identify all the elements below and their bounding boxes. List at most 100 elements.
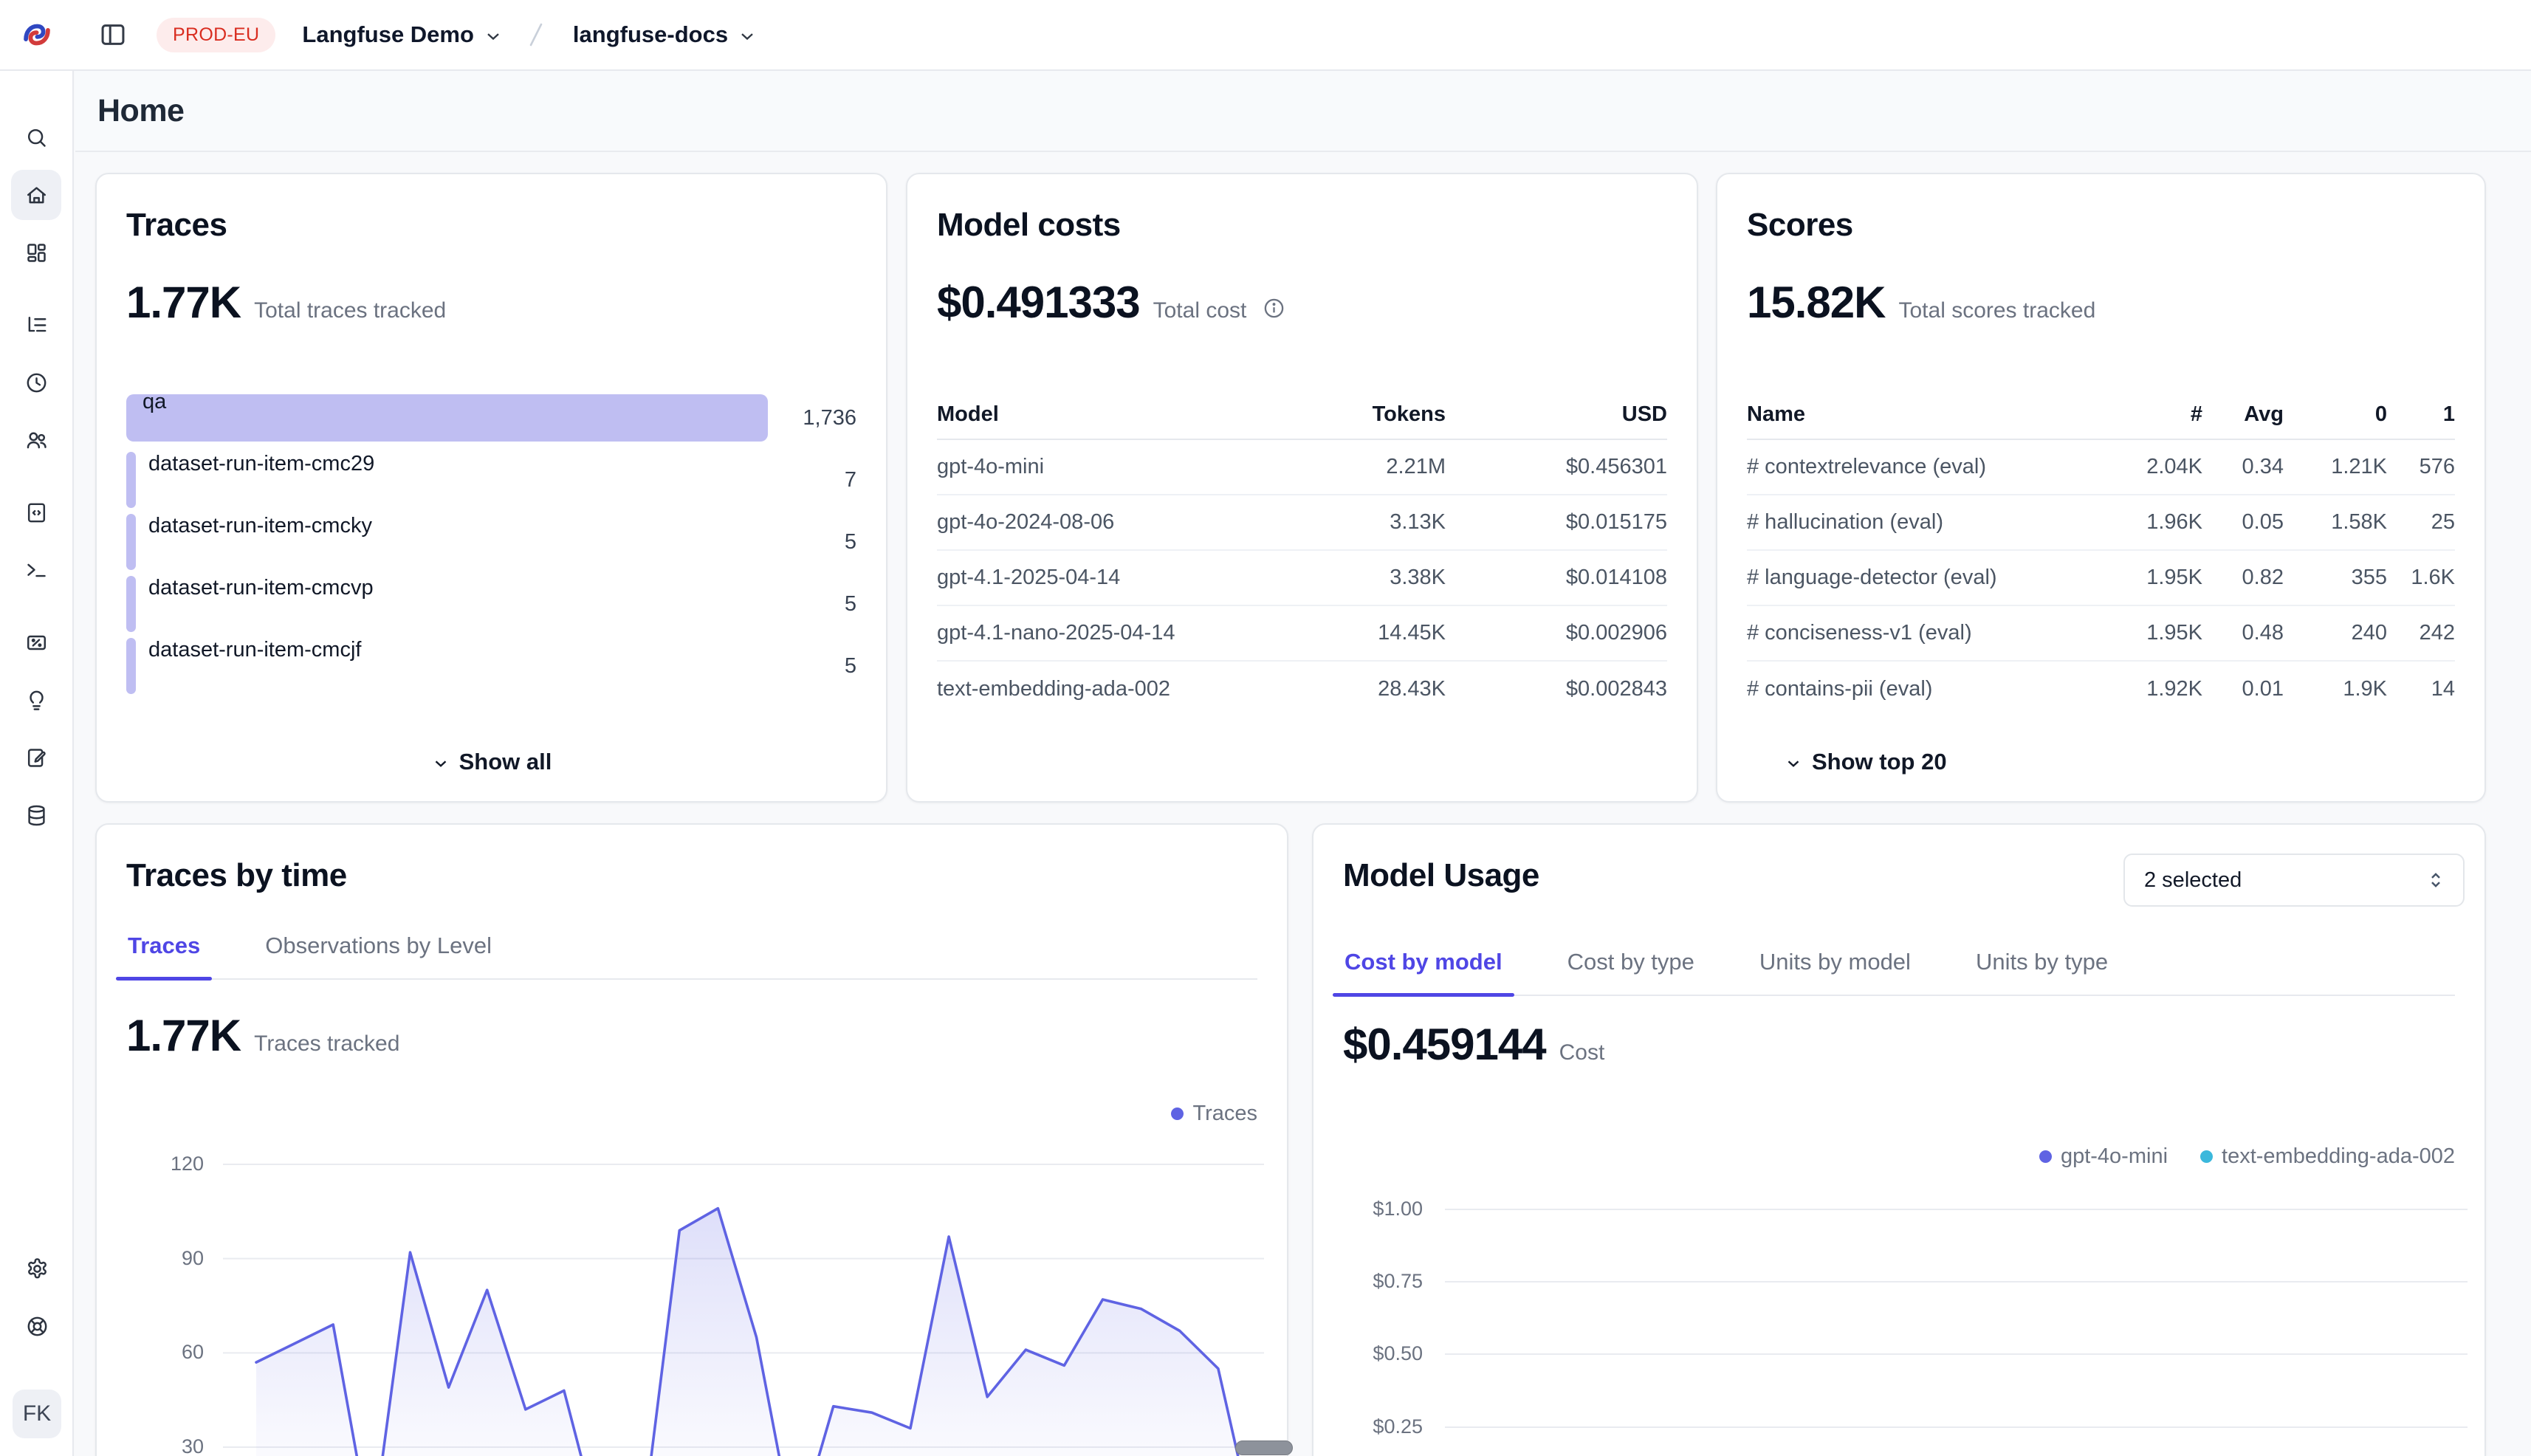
sidebar-item-evaluation[interactable] bbox=[11, 617, 61, 667]
metric-row: 1.77K Traces tracked bbox=[126, 1011, 1257, 1061]
column-header: USD bbox=[1446, 402, 1667, 427]
sessions-icon bbox=[24, 371, 49, 395]
y-axis-tick: 90 bbox=[111, 1247, 204, 1270]
horizontal-scrollbar-thumb[interactable] bbox=[1235, 1440, 1293, 1455]
cell: gpt-4o-2024-08-06 bbox=[937, 510, 1328, 535]
trace-name: dataset-run-item-cmcjf bbox=[126, 638, 768, 662]
tab-units-by-model[interactable]: Units by model bbox=[1758, 949, 1912, 995]
tab-observations-by-level[interactable]: Observations by Level bbox=[264, 933, 493, 978]
gridline bbox=[1445, 1209, 2468, 1210]
sidebar-item-users[interactable] bbox=[11, 415, 61, 465]
column-header: 0 bbox=[2284, 402, 2387, 427]
sidebar-item-settings[interactable] bbox=[12, 1243, 62, 1294]
cell: 1.95K bbox=[2099, 566, 2202, 590]
cell: 0.01 bbox=[2202, 677, 2284, 701]
usage-cost: $0.459144 bbox=[1343, 1020, 1546, 1070]
prompts-icon bbox=[24, 501, 49, 525]
cell: 0.82 bbox=[2202, 566, 2284, 590]
cell: 1.95K bbox=[2099, 621, 2202, 645]
sidebar-item-home[interactable] bbox=[11, 170, 61, 220]
y-axis-tick: 30 bbox=[111, 1435, 204, 1456]
card-title: Traces by time bbox=[126, 857, 1257, 894]
table-row: gpt-4o-2024-08-063.13K$0.015175 bbox=[937, 495, 1667, 551]
page-title-bar: Home bbox=[75, 71, 2531, 152]
env-badge: PROD-EU bbox=[157, 18, 275, 52]
sidebar-item-support[interactable] bbox=[12, 1301, 62, 1351]
column-header: Model bbox=[937, 402, 1328, 427]
cell: 25 bbox=[2387, 510, 2455, 535]
legend-dot bbox=[2200, 1150, 2213, 1163]
table-row: text-embedding-ada-00228.43K$0.002843 bbox=[937, 662, 1667, 717]
total-cost: $0.491333 bbox=[937, 278, 1140, 328]
sidebar-item-annotation[interactable] bbox=[11, 732, 61, 783]
show-top-20-button[interactable]: Show top 20 bbox=[1779, 748, 1951, 776]
cell: 3.13K bbox=[1328, 510, 1446, 535]
cell: 1.9K bbox=[2284, 677, 2387, 701]
sidebar-item-datasets[interactable] bbox=[11, 790, 61, 840]
cell: 576 bbox=[2387, 455, 2455, 479]
panel-left-icon bbox=[99, 21, 127, 49]
cell: 0.34 bbox=[2202, 455, 2284, 479]
traces-bar-list: qa1,736dataset-run-item-cmc297dataset-ru… bbox=[126, 390, 856, 694]
column-header: Tokens bbox=[1328, 402, 1446, 427]
cell: $0.015175 bbox=[1446, 510, 1667, 535]
sidebar-item-sessions[interactable] bbox=[11, 357, 61, 408]
cell: 355 bbox=[2284, 566, 2387, 590]
sidebar-item-dashboards[interactable] bbox=[11, 227, 61, 278]
legend-dot bbox=[1171, 1108, 1184, 1120]
tab-units-by-type[interactable]: Units by type bbox=[1974, 949, 2109, 995]
traces-total: 1.77K bbox=[126, 278, 241, 328]
cell: 1.6K bbox=[2387, 566, 2455, 590]
avatar[interactable]: FK bbox=[13, 1390, 61, 1438]
evaluation-icon bbox=[24, 631, 49, 655]
sidebar-item-prompts[interactable] bbox=[11, 487, 61, 538]
cell: 2.04K bbox=[2099, 455, 2202, 479]
users-icon bbox=[24, 428, 49, 453]
model-costs-card: Model costs $0.491333 Total cost ModelTo… bbox=[906, 173, 1698, 803]
page-title: Home bbox=[97, 93, 184, 129]
show-all-button[interactable]: Show all bbox=[97, 748, 886, 776]
langfuse-logo[interactable] bbox=[0, 18, 74, 52]
chart-legend: Traces bbox=[1171, 1102, 1257, 1126]
cell: 2.21M bbox=[1328, 455, 1446, 479]
cell: 14 bbox=[2387, 677, 2455, 701]
table-row: gpt-4.1-nano-2025-04-1414.45K$0.002906 bbox=[937, 606, 1667, 662]
sidebar-item-tracing[interactable] bbox=[11, 300, 61, 350]
table-row: # contains-pii (eval)1.92K0.011.9K14 bbox=[1747, 662, 2455, 717]
tab-cost-by-model[interactable]: Cost by model bbox=[1343, 949, 1504, 995]
sidebar-item-search[interactable] bbox=[11, 112, 61, 162]
info-icon[interactable] bbox=[1263, 297, 1285, 320]
chevron-down-icon bbox=[431, 754, 450, 773]
annotation-icon bbox=[24, 746, 49, 770]
legend-dot bbox=[2039, 1150, 2052, 1163]
trace-count: 5 bbox=[768, 654, 856, 679]
sidebar-item-playground[interactable] bbox=[11, 545, 61, 595]
project-selector[interactable]: langfuse-docs bbox=[570, 17, 760, 52]
sidebar-toggle-button[interactable] bbox=[95, 16, 131, 53]
cell: 0.05 bbox=[2202, 510, 2284, 535]
bar-track: dataset-run-item-cmcky bbox=[126, 514, 768, 570]
metric-row: 1.77K Total traces tracked bbox=[126, 278, 856, 328]
cell: # contextrelevance (eval) bbox=[1747, 455, 2099, 479]
trace-bar-row: qa1,736 bbox=[126, 390, 856, 446]
tab-traces[interactable]: Traces bbox=[126, 933, 202, 978]
cell: # hallucination (eval) bbox=[1747, 510, 2099, 535]
cell: 1.92K bbox=[2099, 677, 2202, 701]
y-axis-tick: $0.25 bbox=[1330, 1415, 1423, 1438]
scores-table: Name#Avg01# contextrelevance (eval)2.04K… bbox=[1747, 390, 2455, 717]
traces-card: Traces 1.77K Total traces tracked qa1,73… bbox=[95, 173, 887, 803]
bar-track: dataset-run-item-cmcjf bbox=[126, 638, 768, 694]
cell: $0.014108 bbox=[1446, 566, 1667, 590]
sidebar-item-insights[interactable] bbox=[11, 675, 61, 725]
tab-cost-by-type[interactable]: Cost by type bbox=[1566, 949, 1696, 995]
cell: $0.002843 bbox=[1446, 677, 1667, 701]
home-icon bbox=[24, 183, 49, 207]
traces-line-chart bbox=[223, 1146, 1264, 1456]
model-select[interactable]: 2 selected bbox=[2123, 854, 2465, 907]
org-selector[interactable]: Langfuse Demo bbox=[299, 17, 506, 52]
langfuse-logo-icon bbox=[19, 18, 55, 52]
datasets-icon bbox=[24, 803, 49, 828]
cell: gpt-4.1-2025-04-14 bbox=[937, 566, 1328, 590]
y-axis-tick: 60 bbox=[111, 1341, 204, 1364]
table-row: # language-detector (eval)1.95K0.823551.… bbox=[1747, 551, 2455, 606]
